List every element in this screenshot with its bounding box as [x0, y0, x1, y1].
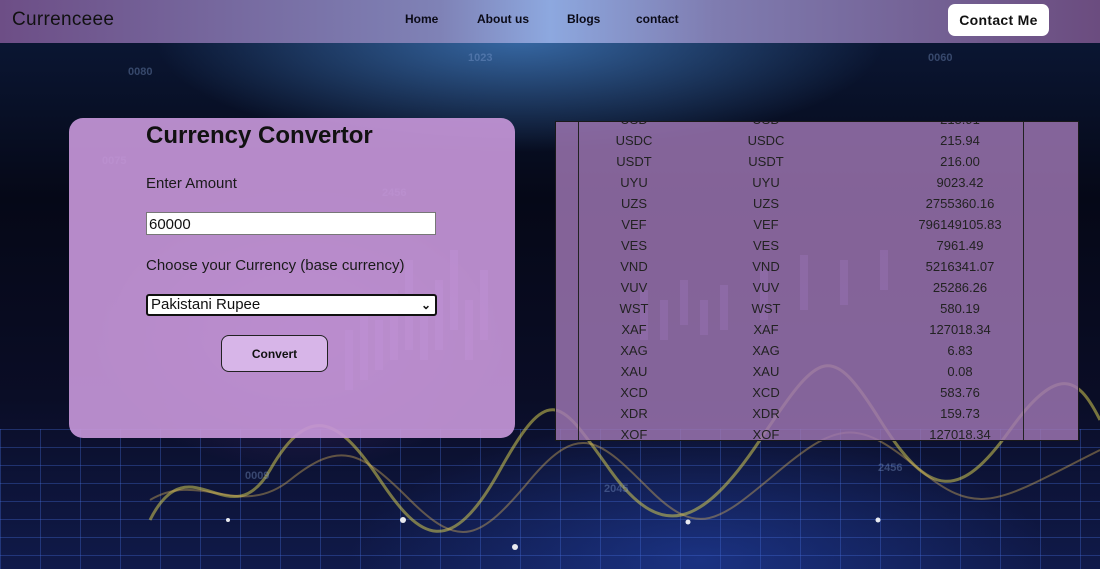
nav-link-about-us[interactable]: About us	[477, 12, 529, 26]
rate-value-cell: 25286.26	[932, 280, 988, 295]
converter-card: Currency Convertor Enter Amount 60000 Ch…	[69, 118, 515, 438]
rate-symbol-cell: XOF	[752, 427, 780, 441]
rate-value-cell: 9023.42	[936, 175, 984, 190]
rate-value-cell: 215.91	[842, 122, 1078, 130]
rate-symbol-cell: XDR	[752, 406, 780, 421]
rate-value-cell: 159.73	[940, 406, 980, 421]
chevron-down-icon: ⌄	[420, 298, 431, 312]
table-row: UZS UZS 2755360.16	[556, 193, 1078, 214]
rate-code-cell: XAF	[621, 322, 647, 337]
table-row: VES VES 7961.49	[556, 235, 1078, 256]
table-row: VUV VUV 25286.26	[556, 277, 1078, 298]
rate-symbol-cell: WST	[751, 301, 781, 316]
rate-code-cell: XDR	[620, 406, 648, 421]
rate-value-cell: 127018.34	[929, 427, 991, 441]
rate-value-cell: 796149105.83	[918, 217, 1002, 232]
rate-symbol-cell: VEF	[753, 217, 779, 232]
rate-code-cell: VEF	[621, 217, 647, 232]
currency-select[interactable]: Pakistani Rupee ⌄	[146, 294, 437, 316]
rate-code-cell: UZS	[621, 196, 647, 211]
rate-code-cell: XOF	[620, 427, 648, 441]
table-row: XAG XAG 6.83	[556, 340, 1078, 361]
rate-code-cell: USDC	[615, 133, 653, 148]
rate-symbol-cell: XCD	[752, 385, 780, 400]
rate-symbol-cell: VND	[752, 259, 780, 274]
rate-value-cell: 5216341.07	[925, 259, 995, 274]
rate-symbol-cell: UZS	[753, 196, 779, 211]
rate-code-cell: XAU	[620, 364, 648, 379]
currency-label: Choose your Currency (base currency)	[146, 257, 405, 274]
rate-symbol-cell: USD	[690, 122, 842, 130]
rate-code-cell: XCD	[620, 385, 648, 400]
rate-symbol-cell: XAG	[752, 343, 780, 358]
rates-table: USDUSD215.91USDCUSDC215.94USDTUSDT216.00…	[556, 122, 1078, 441]
rate-symbol-cell: VES	[752, 238, 779, 253]
rate-code-cell: USDT	[616, 154, 652, 169]
rate-symbol-cell: XAU	[752, 364, 780, 379]
table-row: XDR XDR 159.73	[556, 403, 1078, 424]
table-row: UYU UYU 9023.42	[556, 172, 1078, 193]
nav-link-blogs[interactable]: Blogs	[567, 12, 600, 26]
convert-button[interactable]: Convert	[221, 335, 328, 372]
rate-code-cell: XAG	[620, 343, 648, 358]
rate-code-cell: USD	[556, 122, 690, 130]
converter-title: Currency Convertor	[146, 122, 373, 149]
table-row: USDT USDT 216.00	[556, 151, 1078, 172]
table-row: USDC USDC 215.94	[556, 130, 1078, 151]
currency-select-value: Pakistani Rupee	[151, 296, 261, 313]
brand-logo[interactable]: Currenceee	[12, 9, 114, 31]
rate-value-cell: 583.76	[940, 385, 980, 400]
table-row: WST WST 580.19	[556, 298, 1078, 319]
table-row: USDUSD215.91	[556, 122, 1078, 130]
rate-value-cell: 127018.34	[929, 322, 991, 337]
table-row: XAF XAF 127018.34	[556, 319, 1078, 340]
rate-value-cell: 7961.49	[936, 238, 984, 253]
rates-table-panel[interactable]: USDUSD215.91USDCUSDC215.94USDTUSDT216.00…	[555, 121, 1079, 441]
rate-symbol-cell: UYU	[752, 175, 780, 190]
navbar: Currenceee Home About us Blogs contact C…	[0, 0, 1100, 43]
contact-me-button[interactable]: Contact Me	[948, 4, 1049, 36]
rate-value-cell: 6.83	[947, 343, 973, 358]
nav-link-home[interactable]: Home	[405, 12, 438, 26]
nav-link-contact[interactable]: contact	[636, 12, 679, 26]
table-row: XAU XAU 0.08	[556, 361, 1078, 382]
table-row: XOF XOF 127018.34	[556, 424, 1078, 441]
table-row: VND VND 5216341.07	[556, 256, 1078, 277]
rate-code-cell: VND	[620, 259, 648, 274]
rate-symbol-cell: USDC	[747, 133, 785, 148]
rate-value-cell: 580.19	[940, 301, 980, 316]
rate-code-cell: VUV	[620, 280, 648, 295]
amount-input[interactable]: 60000	[146, 212, 436, 235]
rate-value-cell: 215.94	[940, 133, 980, 148]
rate-symbol-cell: USDT	[748, 154, 784, 169]
rate-value-cell: 2755360.16	[925, 196, 995, 211]
amount-label: Enter Amount	[146, 175, 237, 192]
rate-code-cell: UYU	[620, 175, 648, 190]
rate-code-cell: WST	[619, 301, 649, 316]
table-row: XCD XCD 583.76	[556, 382, 1078, 403]
rate-value-cell: 0.08	[947, 364, 973, 379]
rate-symbol-cell: XAF	[753, 322, 779, 337]
rate-code-cell: VES	[620, 238, 647, 253]
table-row: VEF VEF 796149105.83	[556, 214, 1078, 235]
rate-value-cell: 216.00	[940, 154, 980, 169]
rate-symbol-cell: VUV	[752, 280, 780, 295]
